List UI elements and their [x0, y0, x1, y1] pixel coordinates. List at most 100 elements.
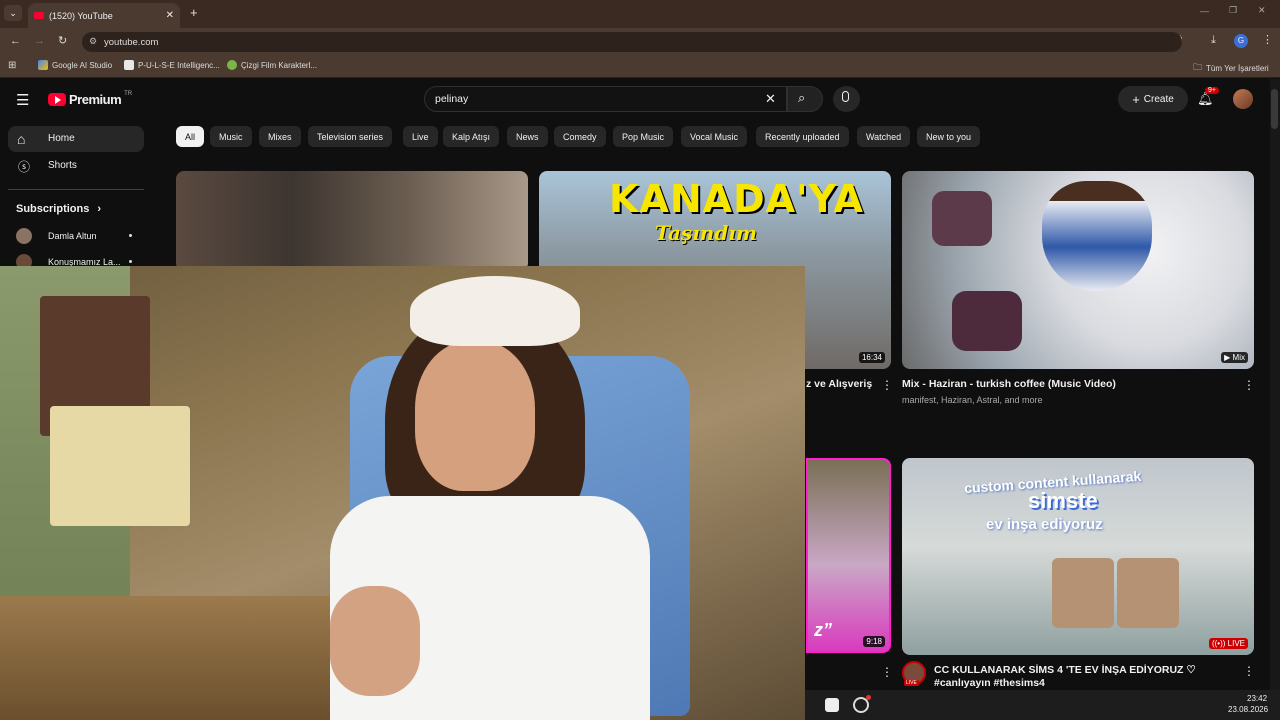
- voice-search-button[interactable]: [833, 86, 860, 112]
- chip-news[interactable]: News: [507, 126, 548, 147]
- coffee-cup-shape: [1042, 181, 1152, 291]
- chip-new-to-you[interactable]: New to you: [917, 126, 981, 147]
- bookmark-pulse-intelligence[interactable]: P-U-L-S-E Intelligenc...: [124, 60, 220, 70]
- video-duration-badge: 16:34: [858, 352, 885, 363]
- bookmark-label: Çizgi Film Karakterl...: [241, 60, 318, 70]
- search-button[interactable]: ⌕: [787, 86, 823, 112]
- search-query: pelinay: [435, 93, 469, 105]
- chip-mixes[interactable]: Mixes: [259, 126, 301, 147]
- taskbar-notification-dot: [866, 695, 871, 700]
- all-bookmarks-folder[interactable]: 🗀 Tüm Yer İşaretleri: [1193, 60, 1269, 76]
- floor-shape: [0, 596, 330, 720]
- forward-icon[interactable]: →: [34, 35, 45, 47]
- person-face: [415, 341, 535, 491]
- sidebar-subscriptions-header[interactable]: Subscriptions ›: [16, 203, 101, 215]
- chip-recently-uploaded[interactable]: Recently uploaded: [756, 126, 849, 147]
- video-more-options-icon[interactable]: ⋮: [881, 378, 893, 392]
- country-badge: TR: [124, 90, 133, 97]
- window-close-icon[interactable]: ✕: [1258, 5, 1266, 16]
- youtube-logo-text: Premium: [69, 92, 122, 107]
- chip-comedy[interactable]: Comedy: [554, 126, 606, 147]
- notification-count-badge: 9+: [1205, 87, 1219, 94]
- bookmark-google-ai-studio[interactable]: Google AI Studio: [38, 60, 112, 70]
- clock-time[interactable]: 23:42: [1247, 694, 1267, 703]
- browser-tab-strip: ⌄ (1520) YouTube ✕ + — ❐ ✕: [0, 0, 1280, 28]
- search-icon: ⌕: [798, 90, 806, 105]
- thumbnail-title-line: simste: [1028, 488, 1098, 513]
- thumbnail-title-text: KANADA'YA: [609, 177, 864, 221]
- video-meta: manifest, Haziran, Astral, and more: [902, 395, 1043, 405]
- cartoon-icon: [227, 60, 237, 70]
- chip-music[interactable]: Music: [210, 126, 252, 147]
- video-thumbnail[interactable]: z” 9:18: [806, 458, 891, 653]
- person-hand: [330, 586, 420, 696]
- address-bar[interactable]: ⚙ youtube.com: [82, 32, 1182, 52]
- webcam-overlay: [0, 266, 805, 720]
- site-info-icon[interactable]: ⚙: [89, 36, 97, 47]
- apps-grid-icon[interactable]: ⊞: [8, 60, 16, 71]
- download-icon[interactable]: ⤓: [1211, 34, 1216, 47]
- profile-avatar-icon[interactable]: G: [1234, 34, 1248, 48]
- video-more-options-icon[interactable]: ⋮: [881, 665, 893, 679]
- restore-icon[interactable]: ❐: [1229, 5, 1237, 16]
- channel-avatar: [16, 228, 32, 244]
- folder-icon: 🗀: [1193, 62, 1203, 72]
- clear-search-icon[interactable]: ✕: [765, 91, 776, 107]
- chip-television-series[interactable]: Television series: [308, 126, 393, 147]
- tab-close-icon[interactable]: ✕: [166, 10, 174, 21]
- chip-pop-music[interactable]: Pop Music: [613, 126, 674, 147]
- browser-menu-icon[interactable]: ⋮: [1262, 33, 1273, 46]
- beret-hat: [410, 276, 580, 346]
- sidebar-sub-damla-altun[interactable]: Damla Altun: [16, 228, 136, 244]
- os-taskbar: 23:42 23.08.2026: [805, 690, 1280, 720]
- back-icon[interactable]: ←: [10, 35, 21, 47]
- video-thumbnail[interactable]: custom content kullanarak simste ev inşa…: [902, 458, 1254, 655]
- mix-badge: ▶︎ Mix: [1221, 352, 1248, 363]
- sidebar-item-home[interactable]: [8, 126, 144, 152]
- video-more-options-icon[interactable]: ⋮: [1243, 378, 1255, 392]
- page-scrollbar[interactable]: [1270, 79, 1280, 690]
- video-duration-badge: 9:18: [863, 636, 885, 647]
- chip-watched[interactable]: Watched: [857, 126, 911, 147]
- tab-list-chevron-icon[interactable]: ⌄: [4, 5, 22, 21]
- taskbar-app-icon[interactable]: [825, 698, 839, 712]
- youtube-play-icon: [48, 93, 66, 106]
- reload-icon[interactable]: ↻: [58, 34, 67, 47]
- chip-kalp-atisi[interactable]: Kalp Atışı: [443, 126, 500, 147]
- plus-icon: +: [1132, 91, 1140, 107]
- hamburger-menu-icon[interactable]: ☰: [16, 91, 29, 109]
- thumbnail-title-line: ev inşa ediyoruz: [986, 516, 1103, 533]
- bookmark-label: Google AI Studio: [52, 60, 113, 70]
- chip-live[interactable]: Live: [403, 126, 438, 147]
- minimize-icon[interactable]: —: [1200, 6, 1209, 16]
- browser-tab-youtube[interactable]: (1520) YouTube ✕: [28, 3, 180, 28]
- channel-avatar[interactable]: LIVE: [902, 661, 926, 686]
- live-badge: ((•)) LIVE: [1208, 638, 1248, 649]
- bookmark-label: P-U-L-S-E Intelligenc...: [138, 60, 220, 70]
- video-thumbnail[interactable]: ▶︎ Mix: [902, 171, 1254, 369]
- video-more-options-icon[interactable]: ⋮: [1243, 664, 1255, 678]
- account-avatar[interactable]: [1233, 89, 1253, 109]
- chevron-right-icon: ›: [97, 203, 102, 215]
- hr-divider: [8, 189, 144, 190]
- create-button[interactable]: + Create: [1118, 86, 1188, 112]
- new-tab-icon[interactable]: +: [190, 5, 198, 20]
- scrollbar-thumb[interactable]: [1271, 89, 1278, 129]
- bookmark-cizgi-film[interactable]: Çizgi Film Karakterl...: [227, 60, 317, 70]
- box-shape: [50, 406, 190, 526]
- chip-vocal-music[interactable]: Vocal Music: [681, 126, 748, 147]
- live-avatar-badge: LIVE: [904, 680, 919, 686]
- video-title[interactable]: CC KULLANARAK SİMS 4 'TE EV İNŞA EDİYORU…: [934, 664, 1240, 690]
- video-title[interactable]: Mix - Haziran - turkish coffee (Music Vi…: [902, 378, 1116, 391]
- microphone-icon: [842, 91, 849, 102]
- new-content-dot: [129, 260, 132, 263]
- search-input[interactable]: pelinay ✕: [424, 86, 787, 112]
- youtube-logo[interactable]: Premium TR: [48, 90, 133, 107]
- clock-date[interactable]: 23.08.2026: [1228, 705, 1268, 714]
- video-thumbnail[interactable]: [176, 171, 528, 271]
- thumbnail-subtitle-text: Taşındım: [655, 221, 758, 245]
- video-title[interactable]: z ve Alışveriş: [806, 378, 872, 391]
- sidebar-sub-konusmamiz[interactable]: Konuşmamız La...: [16, 254, 136, 266]
- chip-all[interactable]: All: [176, 126, 205, 147]
- notifications-button[interactable]: 🔔︎ 9+: [1197, 87, 1219, 108]
